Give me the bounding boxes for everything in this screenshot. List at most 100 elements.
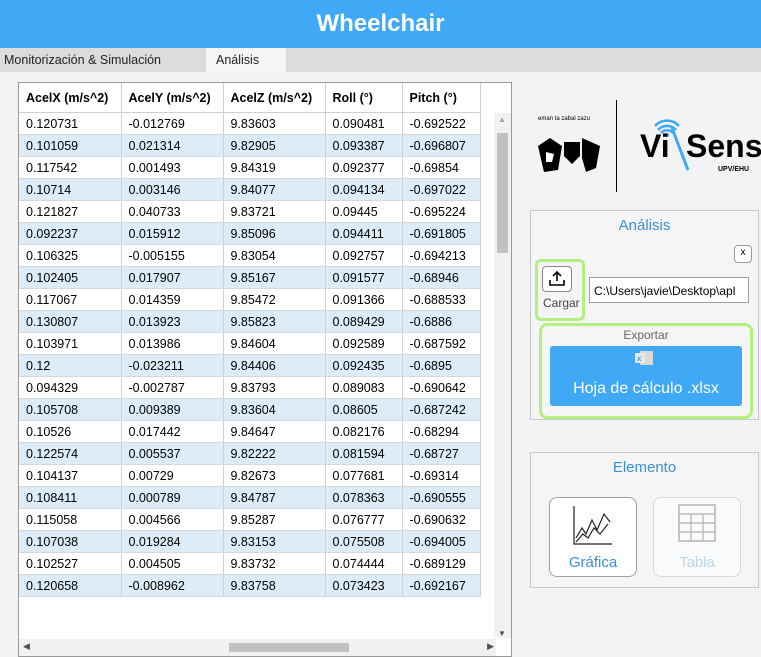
column-header-acelx[interactable]: AcelX (m/s^2) — [19, 83, 122, 113]
table-cell[interactable]: -0.691805 — [402, 222, 481, 245]
table-cell[interactable]: -0.69314 — [402, 464, 481, 487]
table-cell[interactable]: 0.104137 — [19, 464, 122, 487]
table-cell[interactable]: -0.68294 — [402, 420, 481, 443]
table-cell[interactable]: 0.092377 — [325, 156, 403, 179]
table-cell[interactable]: 0.103971 — [19, 332, 122, 355]
table-cell[interactable]: 0.009389 — [121, 398, 224, 421]
scroll-left-icon[interactable]: ◀ — [23, 641, 30, 652]
table-cell[interactable]: -0.688533 — [402, 288, 481, 311]
table-cell[interactable]: -0.008962 — [121, 574, 224, 597]
table-cell[interactable]: 9.82905 — [223, 134, 326, 157]
table-cell[interactable]: 9.83793 — [223, 376, 326, 399]
table-cell[interactable]: 9.82222 — [223, 442, 326, 465]
table-cell[interactable]: 9.84787 — [223, 486, 326, 509]
table-cell[interactable]: 0.08605 — [325, 398, 403, 421]
table-cell[interactable]: 9.84319 — [223, 156, 326, 179]
table-row[interactable]: 0.108411 0.000789 9.84787 0.078363 -0.690555 — [19, 486, 481, 509]
table-cell[interactable]: -0.692522 — [402, 112, 481, 135]
table-cell[interactable]: -0.023211 — [121, 354, 224, 377]
scroll-right-icon[interactable]: ▶ — [487, 641, 494, 652]
table-cell[interactable]: 9.84604 — [223, 332, 326, 355]
table-cell[interactable]: 9.85287 — [223, 508, 326, 531]
column-header-pitch[interactable]: Pitch (°) — [402, 83, 481, 113]
table-cell[interactable]: 0.00729 — [121, 464, 224, 487]
table-cell[interactable]: 0.013986 — [121, 332, 224, 355]
table-cell[interactable]: 0.092237 — [19, 222, 122, 245]
table-cell[interactable]: -0.697022 — [402, 178, 481, 201]
table-cell[interactable]: 0.003146 — [121, 178, 224, 201]
table-cell[interactable]: 0.106325 — [19, 244, 122, 267]
table-cell[interactable]: -0.690632 — [402, 508, 481, 531]
table-cell[interactable]: 9.82673 — [223, 464, 326, 487]
table-cell[interactable]: 9.85167 — [223, 266, 326, 289]
table-row[interactable]: 0.130807 0.013923 9.85823 0.089429 -0.6886 — [19, 310, 481, 333]
table-cell[interactable]: -0.6886 — [402, 310, 481, 333]
table-cell[interactable]: 0.120658 — [19, 574, 122, 597]
table-row[interactable]: 0.115058 0.004566 9.85287 0.076777 -0.690632 — [19, 508, 481, 531]
table-cell[interactable]: -0.687592 — [402, 332, 481, 355]
table-cell[interactable]: -0.690642 — [402, 376, 481, 399]
table-cell[interactable]: 9.83054 — [223, 244, 326, 267]
horizontal-scrollbar[interactable]: ◀ ▶ — [19, 639, 496, 656]
table-cell[interactable]: 0.102527 — [19, 552, 122, 575]
table-cell[interactable]: -0.692167 — [402, 574, 481, 597]
table-cell[interactable]: -0.012769 — [121, 112, 224, 135]
table-row[interactable]: 0.117542 0.001493 9.84319 0.092377 -0.69854 — [19, 156, 481, 179]
table-row[interactable]: 0.104137 0.00729 9.82673 0.077681 -0.69314 — [19, 464, 481, 487]
column-header-acely[interactable]: AcelY (m/s^2) — [121, 83, 224, 113]
table-cell[interactable]: -0.694213 — [402, 244, 481, 267]
table-cell[interactable]: 9.85472 — [223, 288, 326, 311]
table-cell[interactable]: 0.001493 — [121, 156, 224, 179]
table-cell[interactable]: 9.83732 — [223, 552, 326, 575]
table-cell[interactable]: 0.117067 — [19, 288, 122, 311]
tab-analisis[interactable]: Análisis — [206, 48, 286, 72]
scroll-up-icon[interactable]: ▲ — [498, 115, 506, 124]
table-cell[interactable]: 0.093387 — [325, 134, 403, 157]
table-cell[interactable]: 0.017442 — [121, 420, 224, 443]
table-cell[interactable]: 0.091577 — [325, 266, 403, 289]
table-cell[interactable]: 0.130807 — [19, 310, 122, 333]
vertical-scroll-thumb[interactable] — [497, 133, 508, 253]
table-cell[interactable]: -0.6895 — [402, 354, 481, 377]
column-header-roll[interactable]: Roll (°) — [325, 83, 403, 113]
export-xlsx-button[interactable]: x Hoja de cálculo .xlsx — [550, 346, 742, 406]
table-cell[interactable]: -0.696807 — [402, 134, 481, 157]
table-cell[interactable]: 0.102405 — [19, 266, 122, 289]
file-path-field[interactable]: C:\Users\javie\Desktop\apl — [589, 277, 749, 303]
scroll-down-icon[interactable]: ▼ — [498, 629, 506, 638]
table-cell[interactable]: 0.005537 — [121, 442, 224, 465]
table-row[interactable]: 0.120731 -0.012769 9.83603 0.090481 -0.69252… — [19, 112, 481, 135]
table-row[interactable]: 0.120658 -0.008962 9.83758 0.073423 -0.69216… — [19, 574, 481, 597]
table-cell[interactable]: -0.689129 — [402, 552, 481, 575]
table-cell[interactable]: 0.000789 — [121, 486, 224, 509]
table-cell[interactable]: 0.021314 — [121, 134, 224, 157]
tab-monitorizacion[interactable]: Monitorización & Simulación — [4, 48, 161, 72]
table-row[interactable]: 0.105708 0.009389 9.83604 0.08605 -0.687242 — [19, 398, 481, 421]
table-cell[interactable]: -0.005155 — [121, 244, 224, 267]
table-cell[interactable]: 0.121827 — [19, 200, 122, 223]
table-cell[interactable]: 9.83603 — [223, 112, 326, 135]
table-cell[interactable]: 0.115058 — [19, 508, 122, 531]
table-cell[interactable]: 0.082176 — [325, 420, 403, 443]
table-cell[interactable]: -0.687242 — [402, 398, 481, 421]
table-cell[interactable]: -0.695224 — [402, 200, 481, 223]
table-row[interactable]: 0.102405 0.017907 9.85167 0.091577 -0.68946 — [19, 266, 481, 289]
table-cell[interactable]: 0.092435 — [325, 354, 403, 377]
table-cell[interactable]: 0.108411 — [19, 486, 122, 509]
table-cell[interactable]: 0.092589 — [325, 332, 403, 355]
table-cell[interactable]: 0.074444 — [325, 552, 403, 575]
table-cell[interactable]: 0.120731 — [19, 112, 122, 135]
upload-button[interactable] — [542, 266, 572, 292]
table-cell[interactable]: 0.092757 — [325, 244, 403, 267]
table-cell[interactable]: 0.078363 — [325, 486, 403, 509]
table-cell[interactable]: -0.68946 — [402, 266, 481, 289]
table-row[interactable]: 0.10714 0.003146 9.84077 0.094134 -0.697022 — [19, 178, 481, 201]
table-row[interactable]: 0.101059 0.021314 9.82905 0.093387 -0.696807 — [19, 134, 481, 157]
table-cell[interactable]: 0.094411 — [325, 222, 403, 245]
table-cell[interactable]: 0.073423 — [325, 574, 403, 597]
table-row[interactable]: 0.122574 0.005537 9.82222 0.081594 -0.68727 — [19, 442, 481, 465]
horizontal-scroll-thumb[interactable] — [229, 643, 349, 652]
table-cell[interactable]: -0.002787 — [121, 376, 224, 399]
table-cell[interactable]: 0.015912 — [121, 222, 224, 245]
table-cell[interactable]: 0.105708 — [19, 398, 122, 421]
